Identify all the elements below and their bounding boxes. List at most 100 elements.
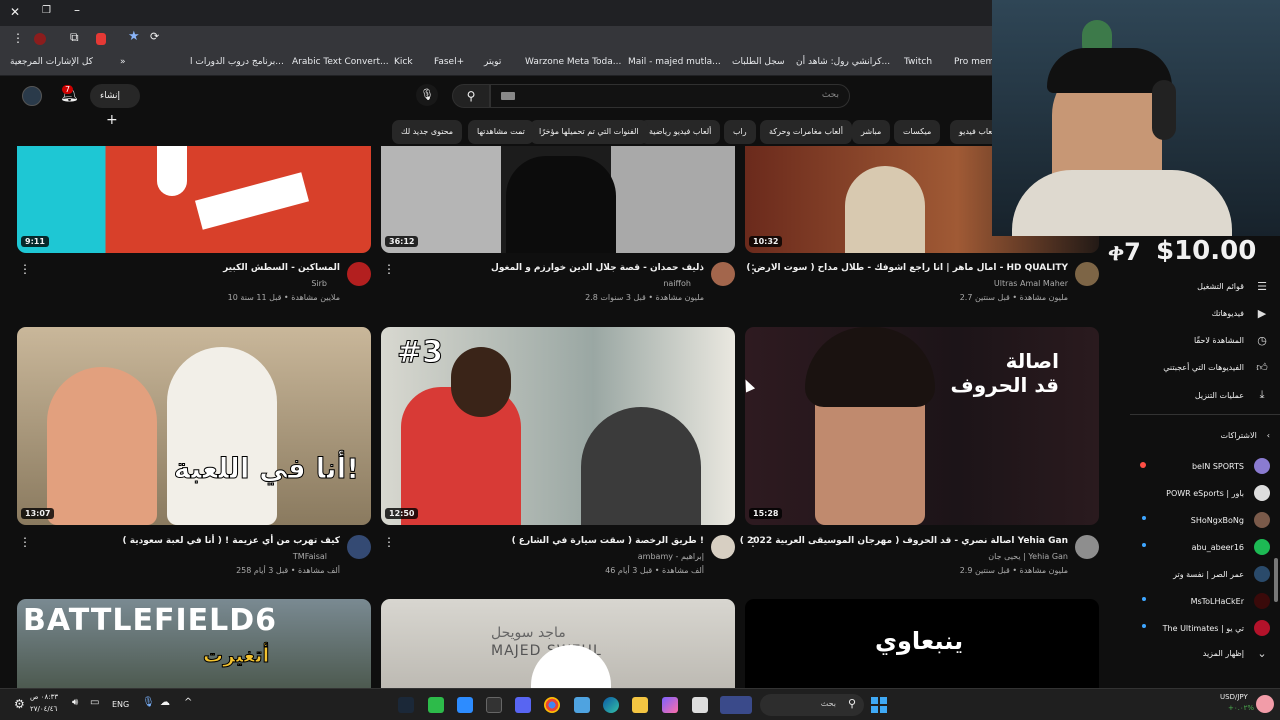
channel-avatar[interactable] [711, 262, 735, 286]
channel-name[interactable]: ambamy - إبراهيم [638, 552, 704, 561]
voice-search-icon[interactable]: 🎙︎ [416, 84, 438, 106]
network-icon[interactable]: ▭ [90, 697, 99, 708]
file-explorer-icon[interactable] [632, 697, 648, 713]
bookmarks-chevron-icon[interactable]: » [120, 57, 126, 67]
create-button[interactable]: إنشاء + [90, 84, 140, 128]
video-thumbnail[interactable]: BATTLEFIELD6 أتغيرت [17, 599, 371, 688]
subscription-item[interactable]: عمر الصر | نفسة وتر [1173, 566, 1270, 582]
xbox-app-icon[interactable] [428, 697, 444, 713]
close-window-icon[interactable]: ✕ [10, 5, 20, 19]
chip[interactable]: ألعاب فيديو رياضية [640, 120, 721, 144]
extension-red-icon[interactable] [96, 33, 106, 45]
discord-icon[interactable] [515, 697, 531, 713]
start-windows-icon[interactable] [871, 697, 887, 713]
taskbar-date[interactable]: ٢٧/٠٤/٤٦ [30, 705, 57, 713]
steam-icon[interactable] [398, 697, 414, 713]
channel-avatar[interactable] [1075, 535, 1099, 559]
video-menu-icon[interactable]: ⋮ [19, 262, 31, 276]
video-title[interactable]: اصالة نصري - قد الحروف ( مهرجان الموسيقى… [740, 536, 1068, 546]
bookmark-item[interactable]: Kick [394, 57, 413, 67]
channel-name[interactable]: naiffoh [663, 279, 691, 288]
video-thumbnail[interactable]: اصالة قد الحروف 15:28 [745, 327, 1099, 525]
reload-icon[interactable]: ⟳ [150, 30, 159, 43]
bookmark-item[interactable]: Warzone Meta Toda... [525, 57, 621, 67]
bookmark-star-icon[interactable]: ★ [128, 29, 140, 44]
ticker-label[interactable]: USD/JPY [1220, 693, 1248, 701]
subscription-item[interactable]: beIN SPORTS [1192, 458, 1270, 474]
tray-chevron-icon[interactable]: ^ [184, 697, 192, 708]
channel-name[interactable]: يحيى جان | Yehia Gan [988, 552, 1068, 561]
channel-avatar[interactable] [1075, 262, 1099, 286]
subscription-item[interactable]: POWR eSports | باور [1166, 485, 1270, 501]
chip[interactable]: الفنوات التي تم تحميلها مؤخرًا [530, 120, 648, 144]
bookmark-item[interactable]: Fasel+ [434, 57, 464, 67]
video-thumbnail[interactable]: #3 12:50 [381, 327, 735, 525]
channel-name[interactable]: Ultras Amal Maher [994, 279, 1068, 288]
widgets-thumbnail[interactable] [720, 696, 752, 714]
cloud-icon[interactable]: ☁ [160, 697, 170, 708]
minimize-icon[interactable]: – [74, 3, 80, 17]
chip[interactable]: ألعاب مغامرات وحركة [760, 120, 852, 144]
video-title[interactable]: كيف تهرب من أي عزيمة ! ( أنا في لعبة سعو… [123, 536, 340, 546]
channel-avatar[interactable] [711, 535, 735, 559]
video-thumbnail[interactable]: 36:12 [381, 146, 735, 253]
menu-kebab-icon[interactable]: ⋮ [12, 31, 24, 45]
video-title[interactable]: ذليف حمدان - قصة جلال الدين خوارزم و الم… [491, 263, 704, 273]
account-avatar[interactable] [22, 86, 42, 106]
chip[interactable]: مباشر [852, 120, 891, 144]
chip[interactable]: ميكسات [894, 120, 941, 144]
video-title[interactable]: امال ماهر | انا راجع اشوفك - طلال مداح (… [746, 263, 1068, 273]
subscriptions-heading[interactable]: الاشتراكات ‹ [1220, 431, 1270, 440]
show-more-button[interactable]: إظهار المزيد ⌄ [1203, 647, 1270, 660]
subscription-item[interactable]: abu_abeer16 [1192, 539, 1270, 555]
zoom-icon[interactable] [457, 697, 473, 713]
terminal-icon[interactable] [486, 697, 502, 713]
sidebar-item-watch-later[interactable]: المشاهدة لاحقًا ◷ [1194, 334, 1270, 347]
chip[interactable]: راب [724, 120, 756, 144]
sidebar-item-downloads[interactable]: عمليات التنزيل ⤓ [1195, 388, 1270, 402]
language-indicator[interactable]: ENG [112, 700, 129, 709]
copilot-icon[interactable] [662, 697, 678, 713]
bookmark-item[interactable]: سجل الطلبات [732, 57, 785, 67]
sidebar-item-liked[interactable]: الفيديوهات التي أعجبتني 👍︎ [1163, 361, 1270, 374]
sidebar-item-playlists[interactable]: قوائم التشغيل ☰ [1197, 280, 1270, 293]
search-input[interactable]: بحث [490, 84, 850, 108]
video-thumbnail[interactable]: أنا في اللعبة! 13:07 [17, 327, 371, 525]
video-thumbnail[interactable]: ينبعاوي [745, 599, 1099, 688]
channel-avatar[interactable] [347, 262, 371, 286]
subscription-item[interactable]: SHoNgxBoNg [1191, 512, 1270, 528]
chrome-icon[interactable] [544, 697, 560, 713]
chip[interactable]: تمت مشاهدتها [468, 120, 534, 144]
sidebar-scrollbar[interactable] [1274, 558, 1278, 602]
bookmark-item[interactable]: كرانشي رول: شاهد أن... [796, 57, 890, 67]
edge-icon[interactable] [603, 697, 619, 713]
speaker-icon[interactable]: 🔊︎ [72, 697, 78, 708]
extensions-icon[interactable]: ⧉ [70, 30, 79, 45]
search-keyboard-icon[interactable] [501, 92, 515, 100]
video-menu-icon[interactable]: ⋮ [383, 535, 395, 549]
video-thumbnail[interactable]: ماجد سويحل MAJED SWEHL [381, 599, 735, 688]
taskbar-time[interactable]: ٠٨:٣٣ ص [30, 693, 58, 701]
search-button[interactable]: ⚲ [452, 84, 490, 108]
channel-name[interactable]: Sirb [311, 279, 327, 288]
subscription-item[interactable]: MsToLHaCkEr [1191, 593, 1270, 609]
channel-avatar[interactable] [347, 535, 371, 559]
bookmark-item[interactable]: Arabic Text Convert... [292, 57, 389, 67]
profile-icon[interactable] [34, 33, 46, 45]
subscription-item[interactable]: The Ultimates | تي يو [1163, 620, 1270, 636]
bookmark-item[interactable]: Twitch [904, 57, 932, 67]
video-thumbnail[interactable]: 9:11 [17, 146, 371, 253]
settings-icon[interactable]: ⚙ [14, 697, 25, 711]
taskbar-search[interactable]: بحث ⚲ [760, 694, 864, 716]
bookmark-item[interactable]: برنامج دروب الدورات ا... [190, 57, 284, 67]
video-title[interactable]: المساكين - السطش الكبير [223, 263, 340, 273]
video-title[interactable]: طريق الرخصة ( سقت سيارة في الشارع ) ! [512, 536, 704, 546]
channel-name[interactable]: TMFaisal [293, 552, 327, 561]
maximize-icon[interactable]: ❐ [42, 5, 51, 16]
bookmark-item[interactable]: كل الإشارات المرجعية [10, 57, 93, 67]
sidebar-item-your-videos[interactable]: فيديوهاتك ▶ [1212, 307, 1270, 320]
microphone-icon[interactable]: 🎙︎ [142, 697, 155, 708]
chip[interactable]: محتوى جديد لك [392, 120, 463, 144]
store-icon[interactable] [574, 697, 590, 713]
video-menu-icon[interactable]: ⋮ [383, 262, 395, 276]
